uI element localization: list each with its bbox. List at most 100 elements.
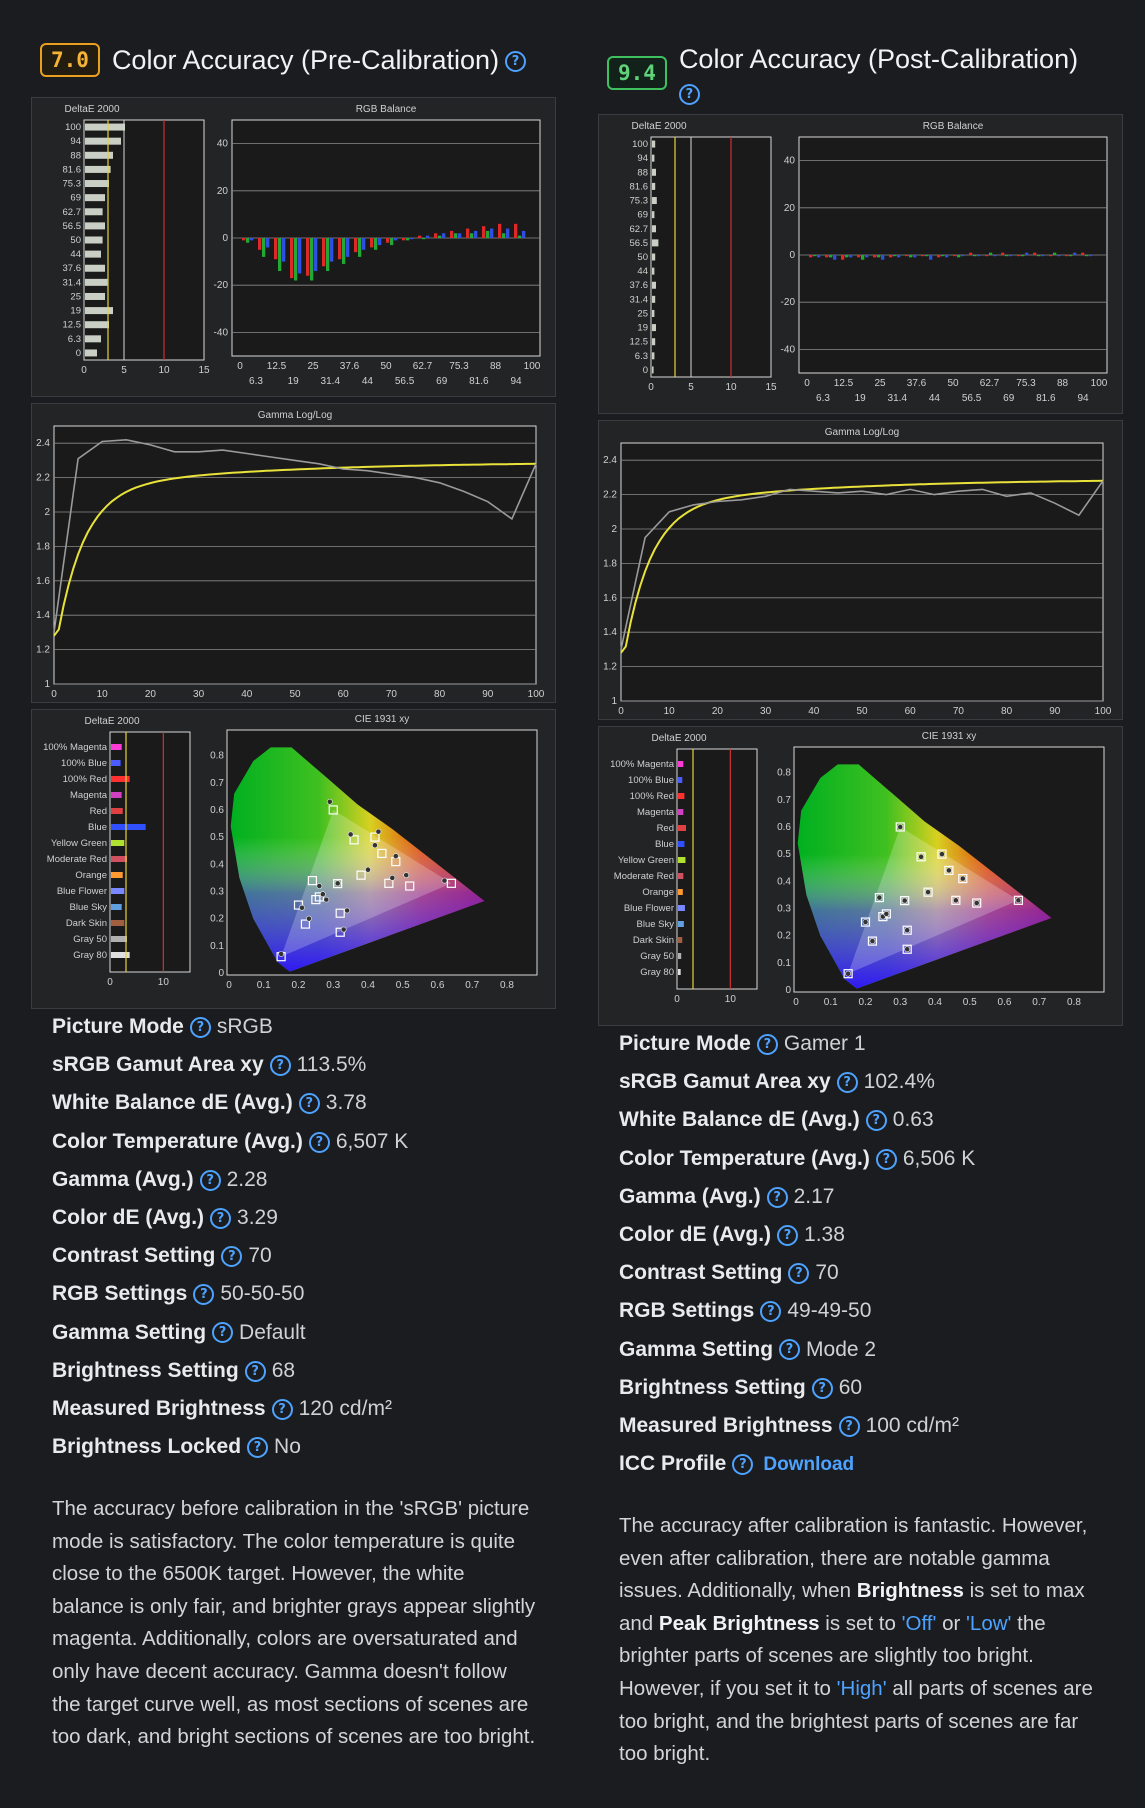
panel-gamma: Gamma Log/Log 2.4 2.2 2 1.8 1.6 1.4 1.2 1 0 10 20 30… (31, 403, 556, 703)
cie-ytick: 0.6 (777, 822, 791, 833)
help-icon[interactable]: ? (247, 1437, 269, 1459)
color-deltae-label: Gray 80 (73, 950, 107, 961)
rgb-bar-red (953, 255, 957, 257)
deltae-bar (85, 321, 109, 329)
cie-title: CIE 1931 xy (922, 731, 976, 742)
cie-ytick: 0 (785, 985, 791, 996)
deltae-level-label: 62.7 (63, 207, 82, 218)
gamma-xtick: 50 (856, 706, 868, 717)
cie-title: CIE 1931 xy (355, 714, 409, 725)
metric-label: Brightness Locked (52, 1435, 242, 1459)
rgb-bar-blue (1057, 255, 1061, 257)
score-badge: 7.0 (40, 43, 100, 77)
help-icon[interactable]: ? (777, 1224, 799, 1246)
metric-value: 68 (271, 1358, 296, 1382)
help-icon[interactable]: ? (271, 1398, 293, 1420)
rgb-bar-blue (1025, 252, 1029, 255)
help-icon[interactable]: ? (836, 1072, 858, 1094)
rgb-bar-blue (298, 238, 302, 274)
panel-deltae-rgb: DeltaE 2000 100 94 88 81.6 75.3 69 62.7 56.5 50 44… (31, 97, 556, 397)
help-icon[interactable]: ? (678, 84, 700, 106)
cie-ytick: 0.8 (777, 768, 791, 779)
help-icon[interactable]: ? (756, 1033, 778, 1055)
setting-link[interactable]: 'Low' (966, 1612, 1011, 1635)
rgb-bar-blue (977, 255, 981, 257)
rgb-ytick: -20 (214, 280, 229, 291)
rgb-bar-blue (474, 230, 478, 238)
cie-ytick: 0.7 (210, 778, 224, 789)
gamma-xtick: 30 (193, 689, 205, 700)
cie-measured-point (403, 872, 410, 879)
help-icon[interactable]: ? (269, 1055, 291, 1077)
help-icon[interactable]: ? (189, 1016, 211, 1038)
cie-measured-point (959, 875, 966, 882)
cie-measured-point (904, 927, 911, 934)
help-icon[interactable]: ? (732, 1454, 754, 1476)
help-icon[interactable]: ? (193, 1284, 215, 1306)
rgb-bar-blue (426, 235, 430, 238)
deltae-bar (652, 338, 656, 346)
rgb-ytick: 40 (784, 156, 796, 167)
help-icon[interactable]: ? (760, 1301, 782, 1323)
metric-row: sRGB Gamut Area xy? 102.4% (619, 1068, 975, 1106)
help-icon[interactable]: ? (865, 1110, 887, 1132)
help-icon[interactable]: ? (779, 1339, 801, 1361)
color-deltae-title: DeltaE 2000 (84, 716, 139, 727)
help-icon[interactable]: ? (766, 1186, 788, 1208)
gamma-chart: Gamma Log/Log 2.4 2.2 2 1.8 1.6 1.4 1.2 10 10 20 30… (603, 427, 1112, 717)
metric-row: Brightness Setting? 68 (52, 1357, 408, 1395)
gamma-ytick: 2.4 (36, 438, 50, 449)
gamma-xtick: 40 (241, 689, 253, 700)
gamma-xtick: 100 (528, 689, 545, 700)
rgb-bar-green (454, 233, 458, 238)
color-deltae-xtick: 10 (158, 977, 170, 988)
rgb-bar-blue (410, 238, 414, 240)
rgb-xtick-top: 50 (947, 378, 959, 389)
rgb-xtick-top: 12.5 (834, 378, 854, 389)
help-icon[interactable]: ? (244, 1360, 266, 1382)
help-icon[interactable]: ? (212, 1322, 234, 1344)
help-icon[interactable]: ? (875, 1148, 897, 1170)
color-deltae-label: Dark Skin (633, 935, 674, 946)
metric-row: Color dE (Avg.)? 1.38 (619, 1221, 975, 1259)
cie-ytick: 0.4 (210, 859, 224, 870)
rgb-bar-green (374, 238, 378, 250)
help-icon[interactable]: ? (210, 1207, 232, 1229)
rgb-xtick-bottom: 19 (288, 376, 300, 387)
rgb-bar-blue (1009, 255, 1013, 257)
panel-color-cie: DeltaE 2000 100% Magenta 100% Blue 100% Red… (598, 726, 1123, 1026)
rgb-bar-red (290, 238, 294, 279)
cie-ytick: 0.6 (210, 805, 224, 816)
help-icon[interactable]: ? (199, 1169, 221, 1191)
gamma-xtick: 100 (1095, 706, 1112, 717)
help-icon[interactable]: ? (308, 1131, 330, 1153)
help-icon[interactable]: ? (505, 51, 527, 73)
section-title: Color Accuracy (Pre-Calibration)? (112, 43, 527, 77)
gamma-xtick: 50 (289, 689, 301, 700)
download-link[interactable]: Download (763, 1454, 854, 1475)
cie-xtick: 0.6 (431, 980, 445, 991)
setting-link[interactable]: 'Off' (902, 1612, 937, 1635)
deltae-bar (652, 309, 655, 317)
deltae-bar (85, 278, 108, 286)
help-icon[interactable]: ? (298, 1093, 320, 1115)
cie-measured-point (918, 853, 924, 860)
gamma-title: Gamma Log/Log (825, 427, 900, 438)
help-icon[interactable]: ? (838, 1415, 860, 1437)
cie-ytick: 0.2 (210, 914, 224, 925)
help-icon[interactable]: ? (221, 1246, 243, 1268)
gamma-xtick: 10 (664, 706, 676, 717)
metric-value: 70 (248, 1244, 272, 1268)
help-icon[interactable]: ? (811, 1377, 833, 1399)
setting-link[interactable]: 'High' (837, 1677, 887, 1700)
description-paragraph: The accuracy before calibration in the '… (52, 1497, 536, 1749)
deltae-bar (652, 253, 656, 261)
gamma-ytick: 1.6 (603, 593, 617, 604)
color-deltae-label: Magenta (70, 790, 108, 801)
rgb-bar-red (322, 238, 326, 267)
rgb-bar-green (502, 233, 506, 238)
help-icon[interactable]: ? (788, 1263, 810, 1285)
cie-measured-point (876, 894, 883, 901)
rgb-title: RGB Balance (356, 104, 417, 115)
metrics-list: Picture Mode? sRGB sRGB Gamut Area xy? 113.… (52, 1013, 408, 1471)
